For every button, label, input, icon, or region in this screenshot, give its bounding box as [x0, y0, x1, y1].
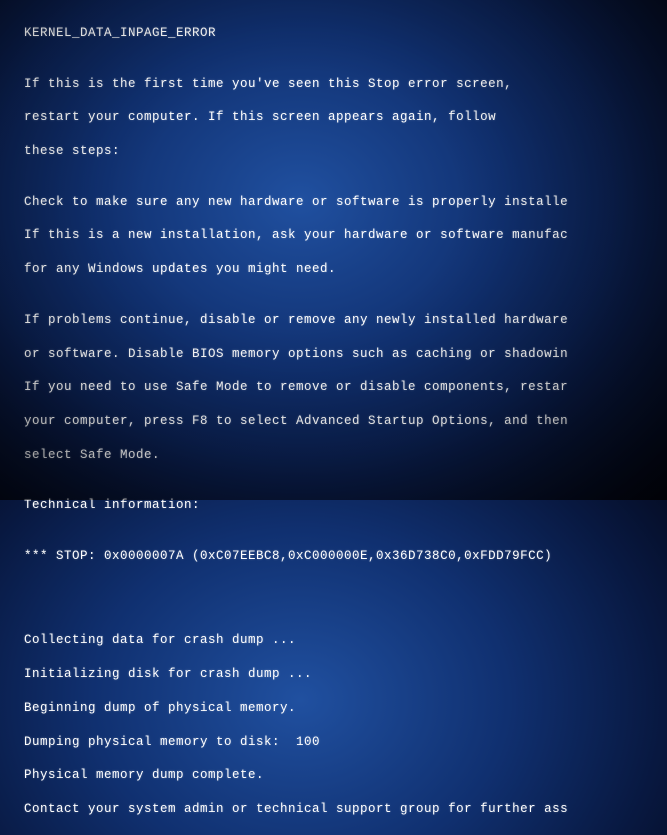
stop-code: *** STOP: 0x0000007A (0xC07EEBC8,0xC0000… [24, 548, 667, 565]
problems-line: If you need to use Safe Mode to remove o… [24, 379, 667, 396]
dump-line: Beginning dump of physical memory. [24, 700, 667, 717]
dump-line: Contact your system admin or technical s… [24, 801, 667, 818]
problems-line: or software. Disable BIOS memory options… [24, 346, 667, 363]
dump-line: Initializing disk for crash dump ... [24, 666, 667, 683]
problems-line: If problems continue, disable or remove … [24, 312, 667, 329]
error-name: KERNEL_DATA_INPAGE_ERROR [24, 25, 667, 42]
dump-line: Collecting data for crash dump ... [24, 632, 667, 649]
problems-line: select Safe Mode. [24, 447, 667, 464]
bsod-screen: KERNEL_DATA_INPAGE_ERROR If this is the … [24, 8, 667, 835]
check-line: for any Windows updates you might need. [24, 261, 667, 278]
intro-line: restart your computer. If this screen ap… [24, 109, 667, 126]
check-line: If this is a new installation, ask your … [24, 227, 667, 244]
problems-line: your computer, press F8 to select Advanc… [24, 413, 667, 430]
dump-line: Dumping physical memory to disk: 100 [24, 734, 667, 751]
intro-line: If this is the first time you've seen th… [24, 76, 667, 93]
check-line: Check to make sure any new hardware or s… [24, 194, 667, 211]
intro-line: these steps: [24, 143, 667, 160]
dump-line: Physical memory dump complete. [24, 767, 667, 784]
